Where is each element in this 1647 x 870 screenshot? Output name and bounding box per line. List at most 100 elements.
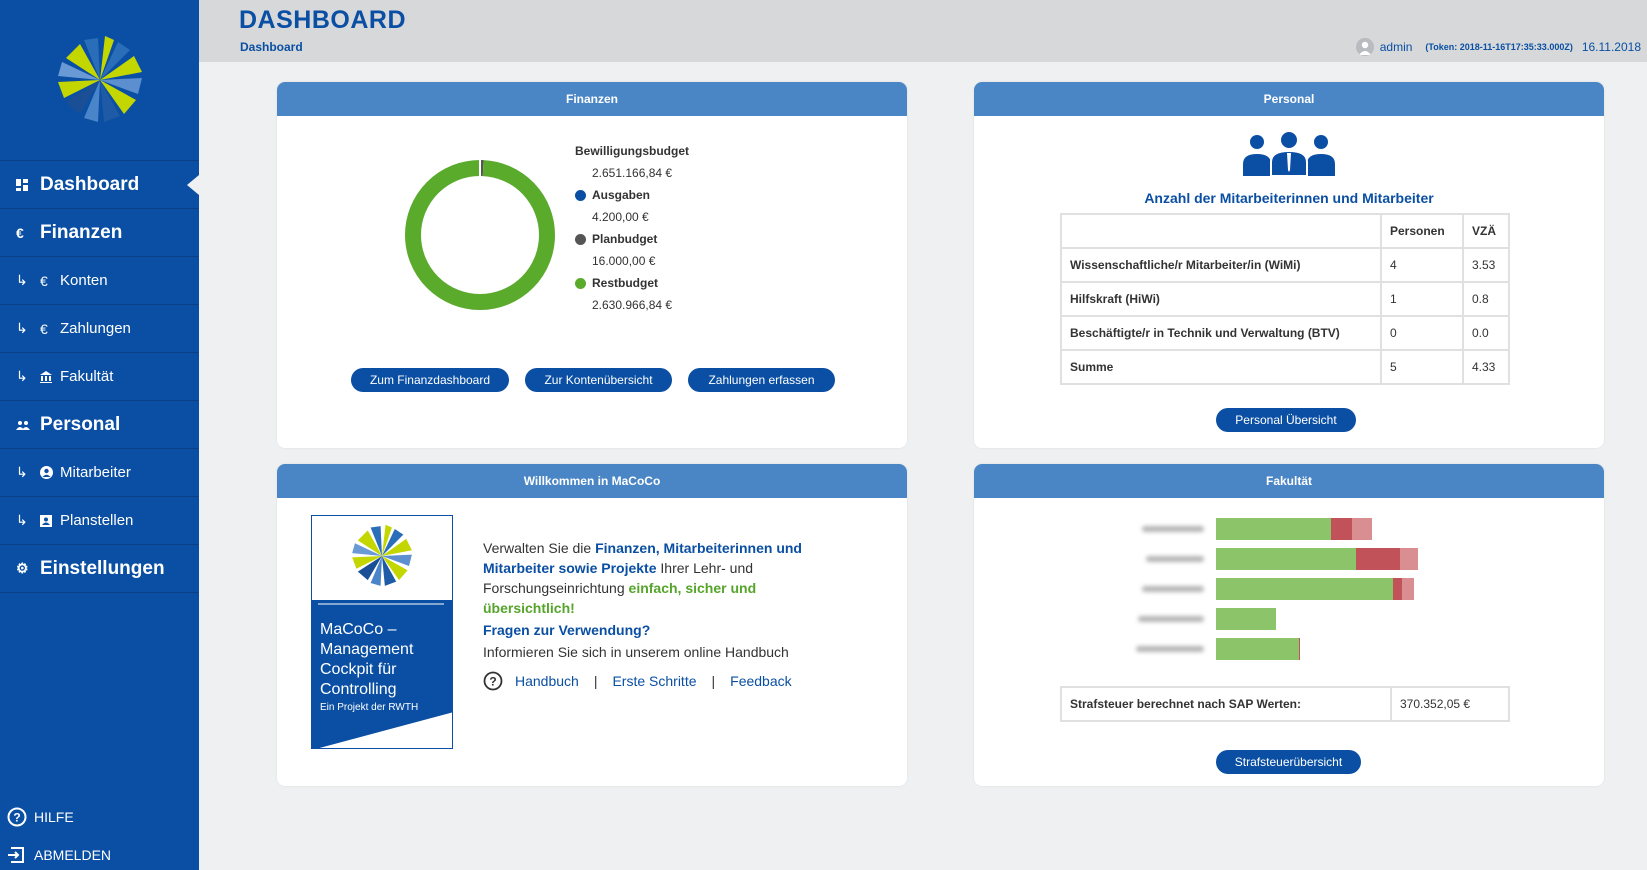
bar-segment	[1399, 548, 1419, 570]
username[interactable]: admin	[1380, 40, 1413, 54]
welcome-card-title: Willkommen in MaCoCo	[277, 464, 907, 498]
legend-plan-value: 16.000,00 €	[592, 254, 656, 268]
legend-ausgaben-label: Ausgaben	[592, 188, 651, 202]
table-cell: 3.53	[1462, 247, 1510, 283]
person-icon	[40, 466, 60, 479]
table-header-cell	[1060, 213, 1382, 249]
table-row: Hilfskraft (HiWi) 1 0.8	[1060, 281, 1510, 317]
legend-plan-dot	[575, 233, 586, 245]
sidebar-item-label: Zahlungen	[60, 320, 131, 337]
svg-text:?: ?	[489, 675, 496, 689]
feedback-link[interactable]: Feedback	[730, 673, 791, 689]
bar-segment	[1351, 518, 1373, 540]
erste-schritte-link[interactable]: Erste Schritte	[612, 673, 696, 689]
table-header-row: Personen VZÄ	[1060, 213, 1510, 249]
sub-arrow-icon: ↳	[16, 272, 28, 288]
help-icon: ?	[6, 806, 28, 828]
page-title: DASHBOARD	[239, 6, 406, 34]
legend-bewilligung-value: 2.651.166,84 €	[592, 166, 673, 180]
strafsteuer-uebersicht-button[interactable]: Strafsteuerübersicht	[1216, 750, 1361, 774]
team-icon	[1243, 130, 1335, 176]
table-header-cell: Personen	[1380, 213, 1464, 249]
bar-label-blurred	[1138, 616, 1204, 622]
sidebar-item-label: Planstellen	[60, 512, 134, 529]
welcome-card: Willkommen in MaCoCo MaCoCo – Management…	[277, 464, 907, 786]
table-cell: Summe	[1060, 349, 1382, 385]
help-link[interactable]: ? HILFE	[0, 806, 199, 828]
table-cell: 1	[1380, 281, 1464, 317]
fakultaet-bar	[1216, 578, 1414, 600]
bar-segment	[1298, 638, 1300, 660]
sidebar-item-dashboard[interactable]: Dashboard	[0, 161, 199, 209]
logout-icon	[6, 844, 28, 866]
breadcrumb[interactable]: Dashboard	[240, 40, 303, 54]
legend-rest-value: 2.630.966,84 €	[592, 298, 673, 312]
bar-label-blurred	[1142, 586, 1204, 592]
bar-segment	[1393, 578, 1403, 600]
user-info: admin (Token: 2018-11-16T17:35:33.000Z) …	[1355, 38, 1641, 56]
finanzen-donut-chart	[405, 159, 555, 310]
strafsteuer-label: Strafsteuer berechnet nach SAP Werten:	[1060, 686, 1392, 722]
sidebar-item-konten[interactable]: ↳ € Konten	[0, 257, 199, 305]
intro-text-1: Verwalten Sie die	[483, 540, 596, 556]
bar-segment	[1402, 578, 1414, 600]
gear-icon: ⚙	[16, 560, 29, 576]
sidebar-item-personal[interactable]: Personal	[0, 401, 199, 449]
macoco-small-logo-icon	[352, 524, 412, 586]
personal-uebersicht-button[interactable]: Personal Übersicht	[1216, 408, 1356, 432]
bar-label-blurred	[1142, 526, 1204, 532]
table-row: Beschäftigte/r in Technik und Verwaltung…	[1060, 315, 1510, 351]
logout-label: ABMELDEN	[34, 847, 112, 863]
sidebar-item-label: Einstellungen	[40, 557, 165, 579]
sidebar-item-label: Mitarbeiter	[60, 464, 131, 481]
people-icon	[16, 420, 40, 430]
sidebar-item-label: Finanzen	[40, 221, 123, 243]
bank-icon	[40, 370, 60, 383]
table-row: Strafsteuer berechnet nach SAP Werten: 3…	[1060, 686, 1510, 722]
sub-arrow-icon: ↳	[16, 512, 28, 528]
sub-arrow-icon: ↳	[16, 464, 28, 480]
strafsteuer-table: Strafsteuer berechnet nach SAP Werten: 3…	[1060, 686, 1510, 722]
sidebar-item-zahlungen[interactable]: ↳ € Zahlungen	[0, 305, 199, 353]
bar-segment	[1216, 608, 1276, 630]
sidebar-item-mitarbeiter[interactable]: ↳ Mitarbeiter	[0, 449, 199, 497]
table-cell: 5	[1380, 349, 1464, 385]
macoco-brand-text: MaCoCo – Management Cockpit für Controll…	[320, 621, 414, 698]
bar-segment	[1216, 578, 1394, 600]
personal-card: Personal Anzahl der Mitarbeiterinnen und…	[974, 82, 1604, 448]
sidebar-item-label: Konten	[60, 272, 108, 289]
legend-ausgaben-value: 4.200,00 €	[592, 210, 649, 224]
finanzen-card: Finanzen Bewilligungsbudget 2.651.166,84…	[277, 82, 907, 448]
table-cell: 4.33	[1462, 349, 1510, 385]
personal-table: Personen VZÄ Wissenschaftliche/r Mitarbe…	[1060, 213, 1510, 385]
user-avatar-icon	[1355, 38, 1374, 56]
kontenuebersicht-button[interactable]: Zur Kontenübersicht	[525, 368, 672, 392]
legend-ausgaben-dot	[575, 189, 586, 201]
table-cell: 0.8	[1462, 281, 1510, 317]
finanzen-legend: Bewilligungsbudget 2.651.166,84 € Ausgab…	[575, 140, 689, 316]
personal-subtitle: Anzahl der Mitarbeiterinnen und Mitarbei…	[1144, 190, 1434, 206]
macoco-logo-icon	[57, 36, 142, 122]
bar-segment	[1331, 518, 1352, 540]
macoco-brand-subtext: Ein Projekt der RWTH	[320, 702, 419, 713]
page-header: DASHBOARD Dashboard admin (Token: 2018-1…	[199, 0, 1647, 62]
sidebar-item-planstellen[interactable]: ↳ Planstellen	[0, 497, 199, 545]
euro-icon: €	[40, 272, 48, 289]
sidebar-nav: Dashboard € Finanzen ↳ € Konten ↳ € Zahl…	[0, 160, 199, 593]
bar-label-blurred	[1146, 556, 1204, 562]
table-cell: 0	[1380, 315, 1464, 351]
fakultaet-bar	[1216, 608, 1276, 630]
id-card-icon	[40, 514, 60, 527]
euro-icon: €	[40, 320, 48, 337]
sidebar-item-einstellungen[interactable]: ⚙ Einstellungen	[0, 545, 199, 593]
sidebar-item-fakultaet[interactable]: ↳ Fakultät	[0, 353, 199, 401]
logout-link[interactable]: ABMELDEN	[0, 844, 199, 866]
help-label: HILFE	[34, 809, 74, 825]
bar-segment	[1356, 548, 1400, 570]
finanzdashboard-button[interactable]: Zum Finanzdashboard	[351, 368, 509, 392]
zahlungen-erfassen-button[interactable]: Zahlungen erfassen	[688, 368, 835, 392]
bar-segment	[1216, 518, 1331, 540]
sidebar-item-finanzen[interactable]: € Finanzen	[0, 209, 199, 257]
handbuch-link[interactable]: Handbuch	[515, 673, 579, 689]
svg-text:?: ?	[13, 811, 20, 825]
